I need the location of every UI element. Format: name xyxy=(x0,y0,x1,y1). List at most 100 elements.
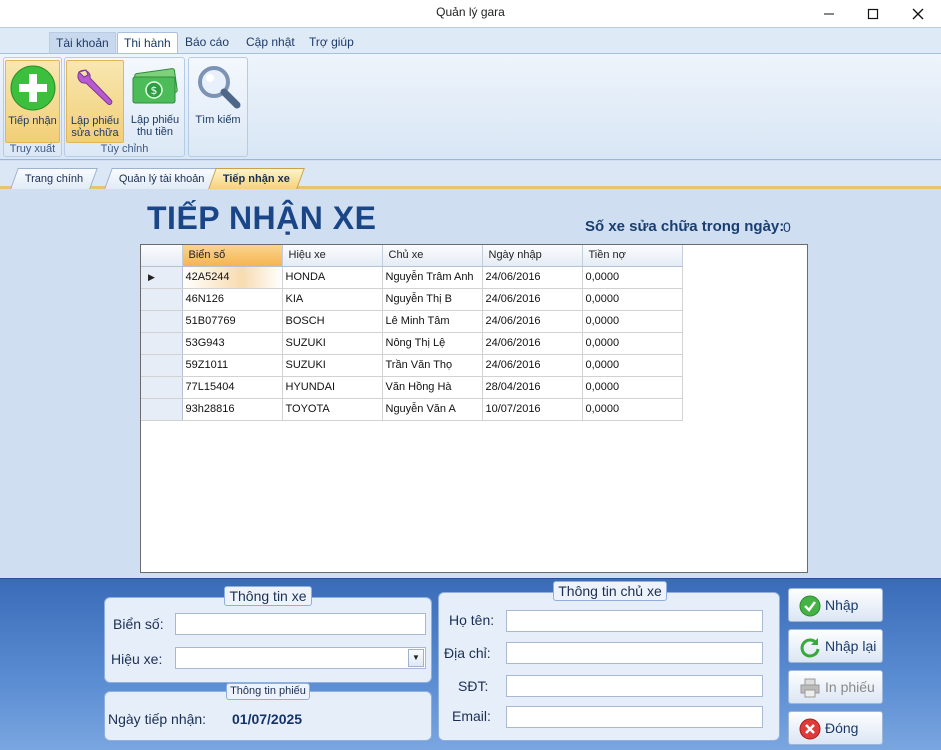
table-cell[interactable]: 59Z1011 xyxy=(182,354,283,377)
receive-button[interactable]: Tiếp nhận xyxy=(5,60,60,143)
table-cell[interactable]: 10/07/2016 xyxy=(482,398,583,421)
row-header[interactable] xyxy=(141,288,183,311)
receipt-info-title: Thông tin phiếu xyxy=(226,683,310,700)
table-row[interactable]: 51B07769 BOSCH Lê Minh Tâm 24/06/2016 0,… xyxy=(141,310,683,333)
address-input[interactable] xyxy=(506,642,763,664)
table-cell[interactable]: 46N126 xyxy=(182,288,283,311)
name-input[interactable] xyxy=(506,610,763,632)
table-row[interactable]: 53G943 SUZUKI Nông Thị Lệ 24/06/2016 0,0… xyxy=(141,332,683,355)
email-input[interactable] xyxy=(506,706,763,728)
minimize-button[interactable] xyxy=(806,0,852,27)
table-cell[interactable]: 0,0000 xyxy=(582,332,683,355)
plate-input[interactable] xyxy=(175,613,426,635)
table-row[interactable]: 46N126 KIA Nguyễn Thị B 24/06/2016 0,000… xyxy=(141,288,683,311)
table-cell[interactable]: BOSCH xyxy=(282,310,383,333)
column-header-debt[interactable]: Tiền nợ xyxy=(582,245,683,267)
payment-slip-button[interactable]: $ Lập phiếu thu tiền xyxy=(127,60,183,143)
table-cell[interactable]: Nguyễn Trâm Anh xyxy=(382,266,483,289)
receive-date-value: 01/07/2025 xyxy=(232,711,303,727)
doc-tab-accounts[interactable]: Quản lý tài khoản xyxy=(104,168,220,189)
row-header[interactable] xyxy=(141,376,183,399)
phone-label: SĐT: xyxy=(458,678,489,694)
row-header[interactable] xyxy=(141,354,183,377)
ribbon-tab-account[interactable]: Tài khoản xyxy=(49,32,116,54)
ribbon-tab-update[interactable]: Cập nhật xyxy=(240,32,301,54)
daily-count-label: Số xe sửa chữa trong ngày: xyxy=(585,218,785,235)
column-header-brand[interactable]: Hiệu xe xyxy=(282,245,383,267)
checkmark-icon xyxy=(799,595,821,617)
table-cell[interactable]: HYUNDAI xyxy=(282,376,383,399)
row-header-current[interactable]: ▶ xyxy=(141,266,183,289)
doc-tab-home[interactable]: Trang chính xyxy=(10,168,99,189)
table-row[interactable]: 77L15404 HYUNDAI Văn Hồng Hà 28/04/2016 … xyxy=(141,376,683,399)
table-cell[interactable]: Nguyễn Thị B xyxy=(382,288,483,311)
reset-button[interactable]: Nhập lại xyxy=(788,629,883,663)
table-cell[interactable]: Lê Minh Tâm xyxy=(382,310,483,333)
reset-label: Nhập lại xyxy=(825,638,877,654)
ribbon-tab-execute[interactable]: Thi hành xyxy=(117,32,178,54)
table-row[interactable]: 59Z1011 SUZUKI Trần Văn Thọ 24/06/2016 0… xyxy=(141,354,683,377)
table-cell[interactable]: Trần Văn Thọ xyxy=(382,354,483,377)
row-header[interactable] xyxy=(141,398,183,421)
ribbon-tab-help[interactable]: Trợ giúp xyxy=(303,32,360,54)
table-cell[interactable]: 0,0000 xyxy=(582,310,683,333)
table-cell[interactable]: 77L15404 xyxy=(182,376,283,399)
table-cell[interactable]: 0,0000 xyxy=(582,266,683,289)
close-button[interactable]: Đóng xyxy=(788,711,883,745)
table-row[interactable]: ▶ 42A5244 HONDA Nguyễn Trâm Anh 24/06/20… xyxy=(141,266,683,289)
search-button[interactable]: Tìm kiếm xyxy=(190,60,246,143)
wrench-icon xyxy=(77,69,113,105)
table-cell[interactable]: 0,0000 xyxy=(582,288,683,311)
group-access: Tiếp nhận Truy xuất xyxy=(3,57,62,157)
doc-tab-receive-car[interactable]: Tiếp nhận xe xyxy=(208,168,305,189)
refresh-icon xyxy=(800,638,820,658)
table-cell[interactable]: 24/06/2016 xyxy=(482,354,583,377)
table-cell[interactable]: TOYOTA xyxy=(282,398,383,421)
close-window-button[interactable] xyxy=(895,0,941,27)
table-cell[interactable]: 51B07769 xyxy=(182,310,283,333)
car-grid[interactable]: Biển số Hiệu xe Chủ xe Ngày nhập Tiền nợ… xyxy=(140,244,808,573)
dropdown-button[interactable]: ▼ xyxy=(408,649,424,667)
column-header-date[interactable]: Ngày nhập xyxy=(482,245,583,267)
brand-select[interactable]: ▼ xyxy=(175,647,426,669)
table-cell[interactable]: 0,0000 xyxy=(582,376,683,399)
table-cell[interactable]: 24/06/2016 xyxy=(482,266,583,289)
table-cell[interactable]: SUZUKI xyxy=(282,332,383,355)
table-cell[interactable]: 28/04/2016 xyxy=(482,376,583,399)
column-header-owner[interactable]: Chủ xe xyxy=(382,245,483,267)
table-cell[interactable]: Văn Hồng Hà xyxy=(382,376,483,399)
receive-date-label: Ngày tiếp nhận: xyxy=(108,711,207,727)
close-icon xyxy=(912,8,924,19)
table-cell[interactable]: 93h28816 xyxy=(182,398,283,421)
group-label-access: Truy xuất xyxy=(9,143,56,155)
table-cell[interactable]: 0,0000 xyxy=(582,354,683,377)
table-cell[interactable]: SUZUKI xyxy=(282,354,383,377)
document-tab-bar: Trang chính Quản lý tài khoản Tiếp nhận … xyxy=(0,161,941,189)
table-cell[interactable]: 24/06/2016 xyxy=(482,310,583,333)
grid-corner[interactable] xyxy=(141,245,183,267)
page-title: TIẾP NHẬN XE xyxy=(147,200,377,236)
row-header[interactable] xyxy=(141,310,183,333)
table-cell[interactable]: Nông Thị Lệ xyxy=(382,332,483,355)
table-cell[interactable]: HONDA xyxy=(282,266,383,289)
submit-button[interactable]: Nhập xyxy=(788,588,883,622)
table-cell[interactable]: Nguyễn Văn A xyxy=(382,398,483,421)
table-cell[interactable]: 0,0000 xyxy=(582,398,683,421)
maximize-button[interactable] xyxy=(850,0,896,27)
column-header-plate[interactable]: Biển số xyxy=(182,245,283,267)
table-cell[interactable]: 53G943 xyxy=(182,332,283,355)
table-cell[interactable]: KIA xyxy=(282,288,383,311)
table-cell[interactable]: 24/06/2016 xyxy=(482,288,583,311)
table-row[interactable]: 93h28816 TOYOTA Nguyễn Văn A 10/07/2016 … xyxy=(141,398,683,421)
print-button[interactable]: In phiếu xyxy=(788,670,883,704)
ribbon-tab-report[interactable]: Báo cáo xyxy=(179,32,235,54)
repair-slip-button[interactable]: Lập phiếu sửa chữa xyxy=(66,60,124,143)
ribbon: Tiếp nhận Truy xuất Lập phiếu sửa chữa $… xyxy=(0,53,941,160)
brand-label: Hiệu xe: xyxy=(111,651,163,667)
row-header[interactable] xyxy=(141,332,183,355)
table-cell[interactable]: 42A5244 xyxy=(182,266,283,289)
phone-input[interactable] xyxy=(506,675,763,697)
table-cell[interactable]: 24/06/2016 xyxy=(482,332,583,355)
doc-tab-receive-label: Tiếp nhận xe xyxy=(222,173,290,185)
title-bar: Quản lý gara xyxy=(0,0,941,27)
